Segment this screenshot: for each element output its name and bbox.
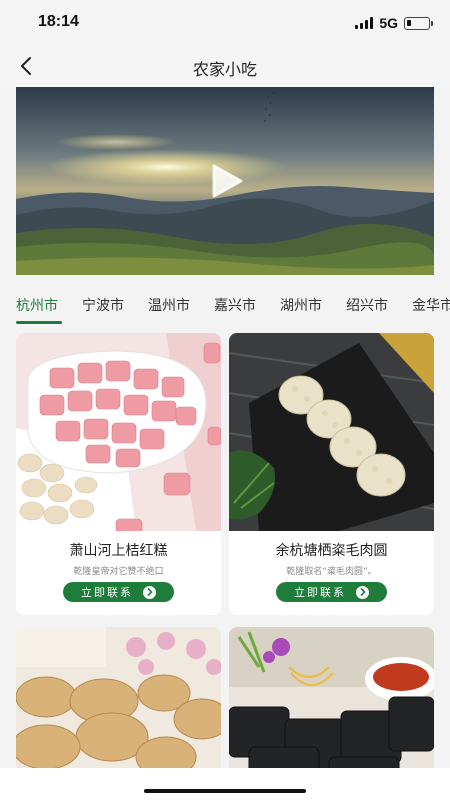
status-time: 18:14: [38, 13, 79, 30]
home-indicator[interactable]: [144, 789, 306, 793]
contact-label: 立即联系: [294, 586, 346, 599]
tab-wenzhou[interactable]: 温州市: [148, 295, 190, 315]
food-image: [229, 333, 434, 531]
card-title: 余杭塘栖粢毛肉圆: [275, 543, 388, 559]
home-bar: [0, 768, 450, 800]
status-indicators: 5G: [355, 15, 433, 31]
food-image: [16, 333, 221, 531]
contact-button[interactable]: 立即联系: [63, 582, 174, 602]
battery-level: [407, 19, 411, 26]
page-title: 农家小吃: [192, 60, 257, 79]
card-desc: 乾隆皇帝对它赞不绝口: [73, 567, 164, 577]
tab-shaoxing[interactable]: 绍兴市: [346, 295, 388, 315]
food-card[interactable]: [229, 627, 434, 787]
contact-label: 立即联系: [81, 586, 133, 599]
arrow-right-icon: [356, 585, 369, 599]
city-tabs: 杭州市 宁波市 温州市 嘉兴市 湖州市 绍兴市 金华市: [0, 284, 450, 328]
arrow-right-icon: [143, 585, 156, 599]
food-card[interactable]: 萧山河上桔红糕 乾隆皇帝对它赞不绝口 立即联系: [16, 333, 221, 615]
nav-bar: 农家小吃: [0, 44, 450, 88]
contact-button[interactable]: 立即联系: [276, 582, 387, 602]
active-tab-indicator: [16, 321, 62, 324]
card-desc: 乾隆取名“粢毛肉圆”。: [286, 567, 377, 577]
tab-hangzhou[interactable]: 杭州市: [16, 295, 58, 315]
food-card[interactable]: 余杭塘栖粢毛肉圆 乾隆取名“粢毛肉圆”。 立即联系: [229, 333, 434, 615]
food-image: [229, 627, 434, 787]
status-bar: 18:14 5G: [0, 0, 450, 44]
tab-huzhou[interactable]: 湖州市: [280, 295, 322, 315]
tab-jinhua[interactable]: 金华市: [412, 295, 450, 315]
signal-icon: [355, 17, 374, 29]
food-card[interactable]: [16, 627, 221, 787]
food-image: [16, 627, 221, 787]
card-title: 萧山河上桔红糕: [69, 543, 168, 559]
tab-jiaxing[interactable]: 嘉兴市: [214, 295, 256, 315]
video-banner[interactable]: [16, 87, 434, 275]
tab-ningbo[interactable]: 宁波市: [82, 295, 124, 315]
play-icon[interactable]: [210, 163, 244, 199]
battery-icon: [404, 16, 433, 30]
network-label: 5G: [379, 15, 398, 31]
